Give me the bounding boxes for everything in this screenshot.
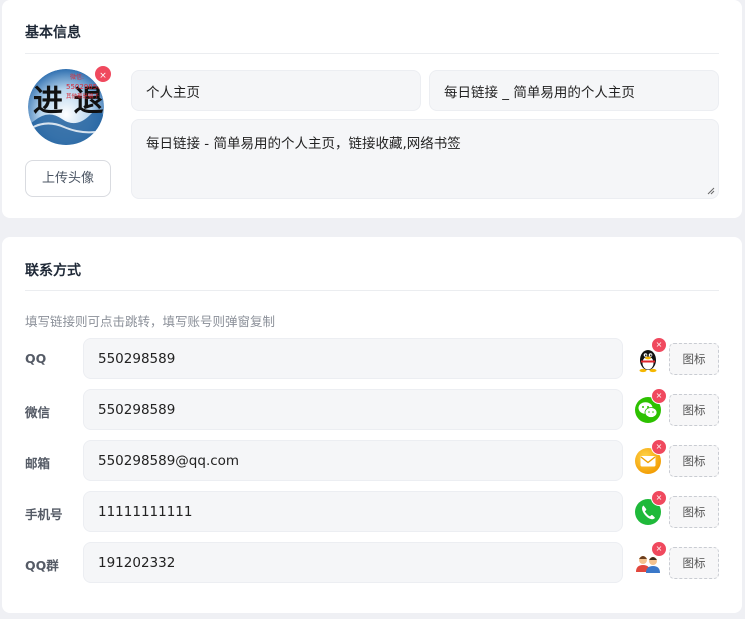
avatar-overlay-line-1: 微信:: [70, 73, 84, 81]
contact-hint: 填写链接则可点击跳转，填写账号则弹窗复制: [25, 314, 276, 329]
avatar[interactable]: 进 退 微信: 550298589 其他都是骗子: [28, 69, 104, 145]
resize-handle-icon[interactable]: [707, 187, 715, 195]
qq-icon-select-button[interactable]: 图标: [669, 343, 719, 375]
site-title-input[interactable]: 每日链接 _ 简单易用的个人主页: [429, 70, 719, 111]
qq-input[interactable]: 550298589: [83, 338, 623, 379]
description-textarea[interactable]: 每日链接 - 简单易用的个人主页，链接收藏,网络书签: [131, 119, 719, 199]
contact-title: 联系方式: [25, 263, 81, 279]
email-value: 550298589@qq.com: [98, 452, 240, 469]
basic-info-card: 基本信息 进 退 微信: 550298589 其他都是骗子 × 上传头像 个人主…: [2, 0, 742, 218]
qq-group-icon-select-button[interactable]: 图标: [669, 547, 719, 579]
wechat-value: 550298589: [98, 401, 176, 418]
upload-avatar-button[interactable]: 上传头像: [25, 160, 111, 197]
email-icon-remove-button[interactable]: ×: [651, 439, 667, 455]
contact-label-qq: QQ: [25, 351, 47, 366]
contact-label-qq-group: QQ群: [25, 558, 59, 573]
contact-label-phone: 手机号: [25, 507, 63, 522]
qq-group-value: 191202332: [98, 554, 176, 571]
contact-card: 联系方式 填写链接则可点击跳转，填写账号则弹窗复制 QQ 550298589 ×…: [2, 237, 742, 613]
basic-info-title: 基本信息: [25, 25, 81, 41]
contact-label-wechat: 微信: [25, 405, 51, 420]
wechat-icon-select-button[interactable]: 图标: [669, 394, 719, 426]
qq-group-icon-remove-button[interactable]: ×: [651, 541, 667, 557]
wechat-input[interactable]: 550298589: [83, 389, 623, 430]
qq-icon-remove-button[interactable]: ×: [651, 337, 667, 353]
description-value: 每日链接 - 简单易用的个人主页，链接收藏,网络书签: [146, 136, 461, 152]
qq-group-input[interactable]: 191202332: [83, 542, 623, 583]
avatar-overlay-line-2: 550298589: [66, 83, 104, 91]
basic-info-divider: [25, 53, 719, 54]
site-title-value: 每日链接 _ 简单易用的个人主页: [444, 84, 635, 101]
qq-value: 550298589: [98, 350, 176, 367]
wechat-icon-remove-button[interactable]: ×: [651, 388, 667, 404]
phone-icon-remove-button[interactable]: ×: [651, 490, 667, 506]
email-icon-select-button[interactable]: 图标: [669, 445, 719, 477]
contact-divider: [25, 290, 719, 291]
avatar-image: 进 退 微信: 550298589 其他都是骗子: [28, 69, 104, 145]
avatar-remove-button[interactable]: ×: [93, 64, 113, 84]
nickname-value: 个人主页: [146, 84, 200, 101]
email-input[interactable]: 550298589@qq.com: [83, 440, 623, 481]
phone-input[interactable]: 11111111111: [83, 491, 623, 532]
nickname-input[interactable]: 个人主页: [131, 70, 421, 111]
avatar-overlay-line-3: 其他都是骗子: [66, 92, 100, 100]
phone-value: 11111111111: [98, 503, 193, 520]
contact-label-email: 邮箱: [25, 456, 51, 471]
phone-icon-select-button[interactable]: 图标: [669, 496, 719, 528]
